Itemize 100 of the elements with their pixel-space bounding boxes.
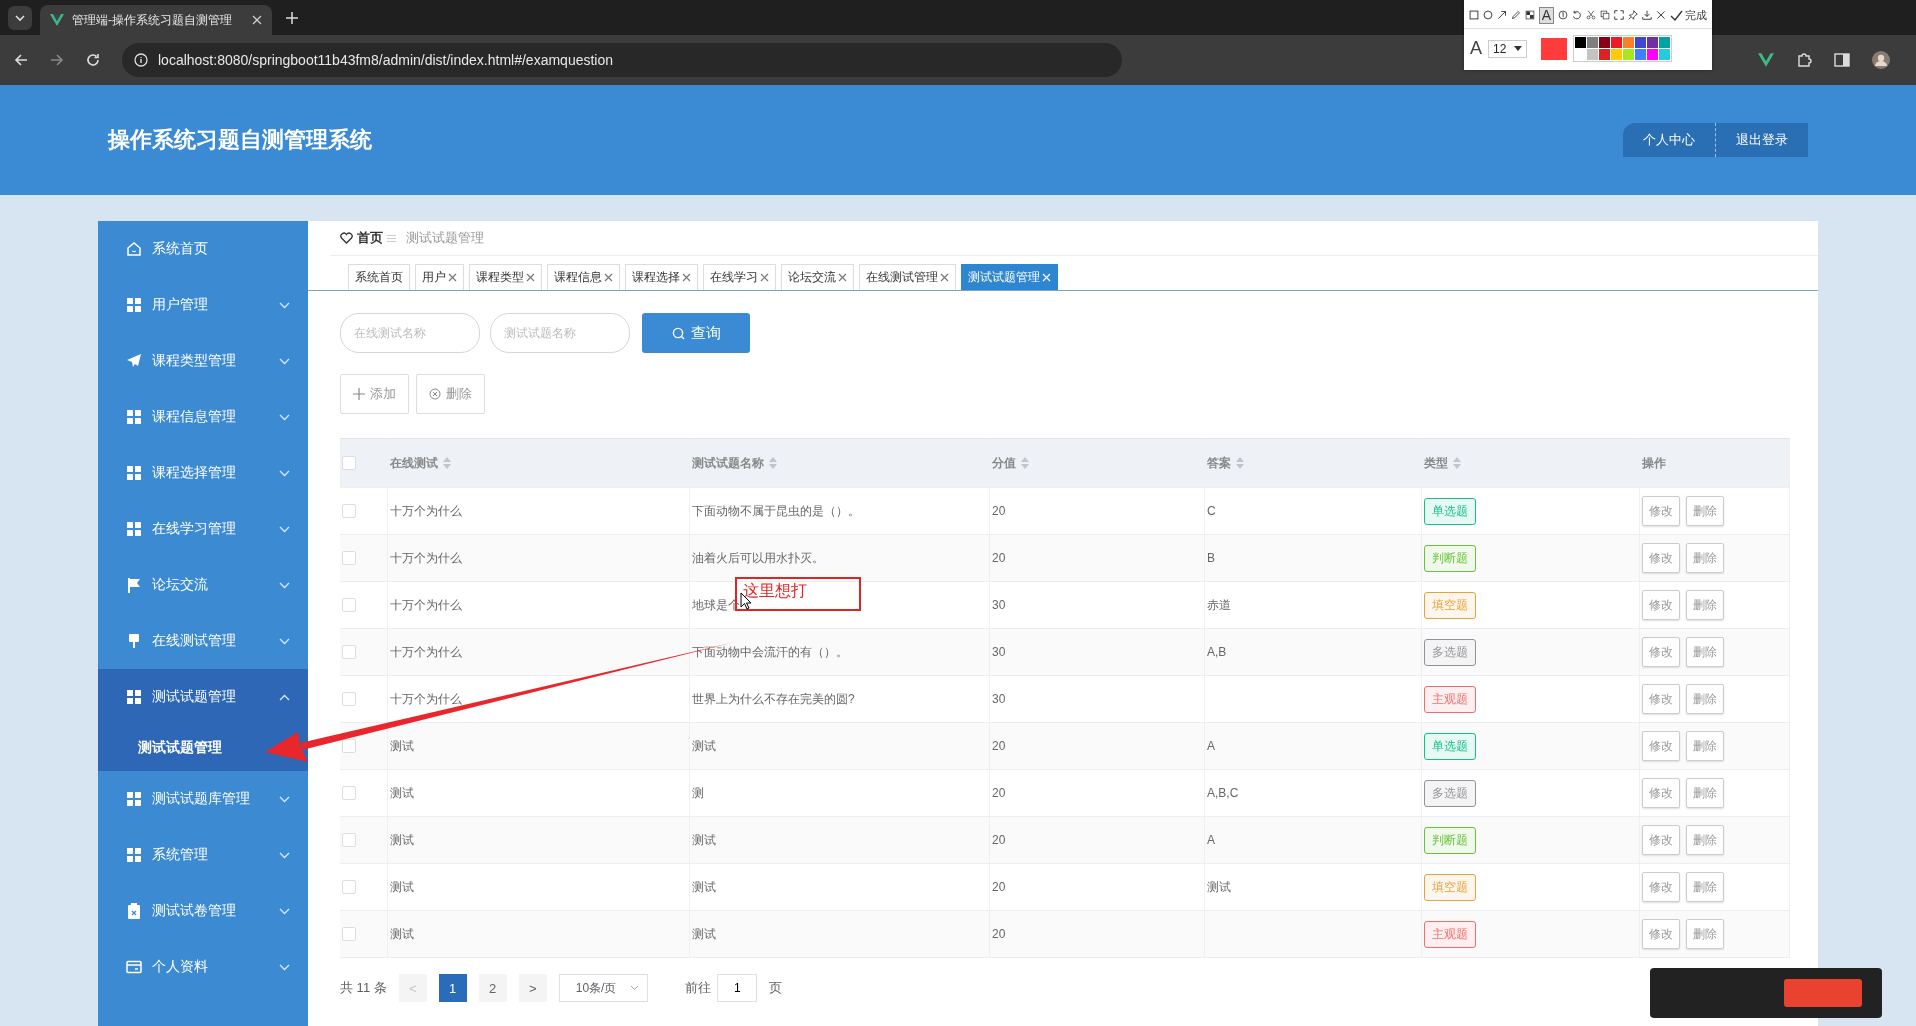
font-size-select[interactable]: 12 [1488,39,1528,58]
page-tab[interactable]: 测试试题管理 [961,264,1058,290]
sidebar-item[interactable]: 课程选择管理 [98,445,308,501]
sidebar-item[interactable]: 课程信息管理 [98,389,308,445]
current-color-swatch[interactable] [1541,37,1568,60]
delete-button[interactable]: 删除 [1686,590,1724,620]
edit-button[interactable]: 修改 [1642,543,1680,573]
delete-button[interactable]: 删除 [1686,543,1724,573]
close-icon[interactable] [448,273,457,282]
puzzle-icon[interactable] [1796,52,1812,68]
close-icon[interactable] [604,273,613,282]
page-tab[interactable]: 课程类型 [469,264,542,290]
delete-button[interactable]: 删除 [416,374,485,414]
submenu-item[interactable]: 测试试题管理 [98,725,308,771]
tab-menu-button[interactable] [8,5,32,30]
next-page-button[interactable]: > [518,974,547,1002]
column-header[interactable]: 测试试题名称 [692,454,764,472]
expand-icon[interactable] [1614,8,1625,22]
scissors-icon[interactable] [1586,8,1597,22]
delete-button[interactable]: 删除 [1686,872,1724,902]
undo-icon[interactable] [1572,8,1583,22]
copy-icon[interactable] [1600,8,1611,22]
row-checkbox[interactable] [342,645,356,659]
address-field[interactable]: localhost:8080/springboot11b43fm8/admin/dist/index.html#/examquestion [122,43,1122,77]
circle-tool-icon[interactable] [1482,8,1493,22]
arrow-tool-icon[interactable] [1496,8,1507,22]
edit-button[interactable]: 修改 [1642,590,1680,620]
number-marker-icon[interactable] [1558,8,1569,22]
edit-button[interactable]: 修改 [1642,778,1680,808]
row-checkbox[interactable] [342,786,356,800]
done-button[interactable]: 完成 [1669,7,1707,23]
close-icon[interactable] [526,273,535,282]
sidebar-item[interactable]: 课程类型管理 [98,333,308,389]
page-tab[interactable]: 课程信息 [547,264,620,290]
row-checkbox[interactable] [342,833,356,847]
pin-icon[interactable] [1628,8,1638,22]
vue-devtools-icon[interactable] [1758,53,1774,67]
sidebar-icon[interactable] [1834,53,1850,67]
page-tab[interactable]: 系统首页 [348,264,410,290]
edit-button[interactable]: 修改 [1642,919,1680,949]
forward-icon[interactable] [50,53,64,67]
edit-button[interactable]: 修改 [1642,731,1680,761]
sidebar-item[interactable]: 用户管理 [98,277,308,333]
delete-button[interactable]: 删除 [1686,731,1724,761]
new-tab-icon[interactable] [286,11,298,24]
edit-button[interactable]: 修改 [1642,496,1680,526]
close-icon[interactable] [1655,8,1666,22]
row-checkbox[interactable] [342,504,356,518]
sidebar-item[interactable]: 个人资料 [98,939,308,995]
text-tool-button[interactable]: A [1538,6,1555,24]
download-icon[interactable] [1642,8,1652,22]
page-tab[interactable]: 用户 [415,264,464,290]
page-number-button[interactable]: 2 [478,974,507,1002]
page-number-button[interactable]: 1 [438,974,467,1002]
goto-page-field[interactable]: 1 [717,974,758,1002]
delete-button[interactable]: 删除 [1686,496,1724,526]
edit-button[interactable]: 修改 [1642,825,1680,855]
sidebar-item[interactable]: 论坛交流 [98,557,308,613]
page-tab[interactable]: 在线测试管理 [859,264,956,290]
browser-tab[interactable]: 管理端-操作系统习题自测管理 [40,5,272,35]
rectangle-tool-icon[interactable] [1469,8,1479,22]
delete-button[interactable]: 删除 [1686,684,1724,714]
row-checkbox[interactable] [342,739,356,753]
row-checkbox[interactable] [342,598,356,612]
delete-button[interactable]: 删除 [1686,637,1724,667]
sidebar-item[interactable]: 测试试卷管理 [98,883,308,939]
close-icon[interactable] [940,273,949,282]
sidebar-item[interactable]: 系统首页 [98,221,308,277]
reload-icon[interactable] [86,53,100,67]
delete-button[interactable]: 删除 [1686,778,1724,808]
select-all-checkbox[interactable] [342,456,356,470]
edit-button[interactable]: 修改 [1642,872,1680,902]
edit-button[interactable]: 修改 [1642,684,1680,714]
edit-button[interactable]: 修改 [1642,637,1680,667]
search-button[interactable]: 查询 [642,313,750,353]
row-checkbox[interactable] [342,880,356,894]
column-header[interactable]: 在线测试 [390,454,438,472]
sidebar-item[interactable]: 测试试题库管理 [98,771,308,827]
sidebar-item[interactable]: 在线学习管理 [98,501,308,557]
row-checkbox[interactable] [342,692,356,706]
back-icon[interactable] [14,53,28,67]
color-palette[interactable] [1573,35,1673,62]
page-tab[interactable]: 论坛交流 [781,264,854,290]
page-tab[interactable]: 课程选择 [625,264,698,290]
close-icon[interactable] [838,273,847,282]
delete-button[interactable]: 删除 [1686,919,1724,949]
page-tab[interactable]: 在线学习 [703,264,776,290]
close-icon[interactable] [760,273,769,282]
row-checkbox[interactable] [342,551,356,565]
delete-button[interactable]: 删除 [1686,825,1724,855]
row-checkbox[interactable] [342,927,356,941]
page-size-select[interactable]: 10条/页 [558,974,649,1002]
avatar-icon[interactable] [1872,51,1890,69]
breadcrumb-home-link[interactable]: 首页 [357,229,383,247]
pencil-icon[interactable] [1510,8,1521,22]
add-button[interactable]: 添加 [340,374,409,414]
sidebar-item[interactable]: 在线测试管理 [98,613,308,669]
mosaic-icon[interactable] [1524,8,1535,22]
search-field[interactable]: 在线测试名称 [340,313,480,353]
close-icon[interactable] [252,15,262,25]
